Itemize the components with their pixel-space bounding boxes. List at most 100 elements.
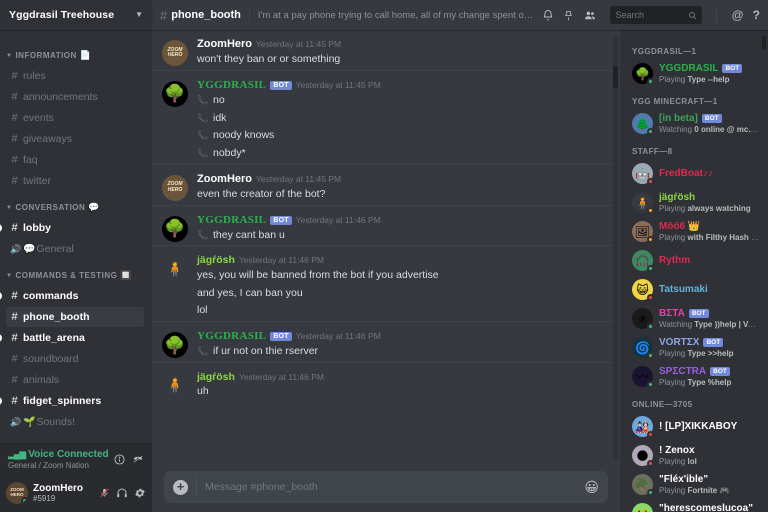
add-attachment-button[interactable]: +: [173, 479, 188, 495]
message-text: if ur not on thie rserver: [213, 345, 319, 357]
avatar[interactable]: ZOOM HERO: [6, 482, 28, 504]
sidebar-item-battle-arena[interactable]: # battle_arena: [0, 328, 144, 348]
sidebar-item-faq[interactable]: # faq: [6, 150, 144, 170]
member-name: VORTΣX: [659, 337, 700, 348]
avatar[interactable]: 🌑: [632, 445, 654, 467]
avatar[interactable]: 🧍: [632, 192, 654, 214]
list-item[interactable]: 🌲[in beta]BOTWatching 0 online @ mc.ygg.…: [620, 109, 768, 138]
list-item[interactable]: 🪖 "Fléx'ible" Playing Fortnite 🎮: [620, 470, 768, 499]
sidebar-item-announcements[interactable]: # announcements: [6, 87, 144, 107]
pin-icon[interactable]: [563, 9, 574, 22]
voice-actions: [114, 454, 144, 465]
message-list[interactable]: ZOOM HERO ZoomHero Yesterday at 11:45 PM won…: [152, 30, 620, 464]
list-item[interactable]: 🎎 ! [LP]XIKKABOY: [620, 412, 768, 441]
member-name: YGGDRASIL: [659, 63, 719, 74]
avatar[interactable]: 🌲: [632, 113, 654, 135]
list-item[interactable]: 🧍 jägŕösh Playing always watching: [620, 188, 768, 217]
sidebar-item-general[interactable]: 🔊 💬 General: [6, 239, 144, 259]
channel-category[interactable]: ▼ CONVERSATION 💬: [0, 192, 152, 217]
message-input[interactable]: + Message #phone_booth 😀: [164, 471, 608, 503]
list-item[interactable]: 🌑! Zenox Playing lol: [620, 441, 768, 470]
list-item[interactable]: 🐸 "herescomeslucoa"Playing Fortnite 🎮: [620, 499, 768, 512]
sidebar-item-sounds-[interactable]: 🔊 🌱 Sounds!: [6, 412, 144, 432]
sidebar-item-twitter[interactable]: # twitter: [6, 171, 144, 191]
main-area: # phone_booth I'm at a pay phone trying …: [152, 0, 768, 512]
sidebar-item-commands[interactable]: # commands: [0, 286, 144, 306]
message-author[interactable]: YGGDRASIL: [197, 331, 266, 342]
avatar[interactable]: 🎧: [632, 250, 654, 272]
headphones-icon[interactable]: [116, 487, 128, 499]
list-item[interactable]: 🖼Möö6 👑Playing with Filthy Hash Bro...: [620, 217, 768, 246]
message-author[interactable]: YGGDRASIL: [197, 214, 266, 226]
sidebar-item-soundboard[interactable]: # soundboard: [6, 349, 144, 369]
members-icon[interactable]: [583, 9, 597, 22]
avatar[interactable]: 🌀: [632, 337, 654, 359]
avatar[interactable]: ZOOM HERO: [162, 40, 188, 66]
list-item[interactable]: 〰 SPΣCTRA BOT Playing Type %help: [620, 362, 768, 391]
sidebar-item-events[interactable]: # events: [6, 108, 144, 128]
message-author[interactable]: ZoomHero: [197, 39, 252, 50]
sidebar-item-lobby[interactable]: # lobby: [0, 218, 144, 238]
server-name: Yggdrasil Treehouse: [9, 9, 115, 21]
avatar[interactable]: 🌳: [162, 80, 188, 107]
gear-icon[interactable]: [134, 487, 146, 499]
search-input[interactable]: Search: [610, 6, 703, 24]
sidebar-item-fidget-spinners[interactable]: # fidget_spinners: [0, 391, 144, 411]
avatar[interactable]: 🧍: [162, 256, 188, 283]
avatar[interactable]: 🌳: [162, 332, 188, 358]
message-author[interactable]: jägŕösh: [197, 372, 235, 383]
channel-category[interactable]: ▼ INFORMATION 📄: [0, 40, 152, 65]
member-scrollbar[interactable]: [762, 36, 766, 50]
hash-icon: #: [11, 311, 18, 323]
bell-icon[interactable]: [542, 9, 554, 22]
message-author[interactable]: YGGDRASIL: [197, 79, 266, 91]
list-item[interactable]: 🌀 VORTΣX BOT Playing Type >>help: [620, 333, 768, 362]
bot-badge: BOT: [270, 80, 292, 90]
emoji-picker-icon[interactable]: 😀: [584, 480, 599, 494]
help-icon[interactable]: ?: [753, 8, 760, 22]
member-info: ! [LP]XIKKABOY: [659, 421, 760, 432]
sidebar-item-rules[interactable]: # rules: [6, 66, 144, 86]
chevron-down-icon[interactable]: ▼: [135, 11, 143, 19]
sidebar-item-animals[interactable]: # animals: [6, 370, 144, 390]
sidebar-item-phone-booth[interactable]: # phone_booth: [6, 307, 144, 327]
sidebar-item-giveaways[interactable]: # giveaways: [6, 129, 144, 149]
avatar[interactable]: ✳: [632, 308, 654, 330]
channel-list[interactable]: ▼ INFORMATION 📄 # rules # announcements # events…: [0, 30, 152, 443]
message-author[interactable]: ZoomHero: [197, 173, 252, 185]
list-item[interactable]: 😺 Tatsumaki: [620, 275, 768, 304]
avatar[interactable]: 🎎: [632, 416, 654, 438]
avatar[interactable]: 🌳: [162, 215, 188, 242]
avatar[interactable]: 🌳: [632, 63, 654, 85]
list-item[interactable]: 🤖 FredBoat♪♪: [620, 159, 768, 188]
avatar[interactable]: 〰: [632, 366, 654, 388]
avatar[interactable]: 🤖: [632, 163, 654, 185]
telephone-icon: 📞: [197, 346, 209, 356]
info-circle-icon[interactable]: [114, 454, 125, 465]
channel-category[interactable]: ▼ COMMANDS & TESTING 🔲: [0, 260, 152, 285]
avatar[interactable]: 😺: [632, 279, 654, 301]
mentions-icon[interactable]: @: [731, 8, 743, 22]
member-group-header: STAFF—8: [632, 147, 673, 156]
list-item[interactable]: 🌳 YGGDRASIL BOT Playing Type --help: [620, 59, 768, 88]
microphone-muted-icon[interactable]: [99, 487, 110, 499]
server-header[interactable]: Yggdrasil Treehouse ▼: [0, 0, 152, 30]
channel-topic[interactable]: I'm at a pay phone trying to call home, …: [258, 10, 537, 21]
avatar[interactable]: 🪖: [632, 474, 654, 496]
hash-icon: #: [11, 112, 18, 124]
message-author[interactable]: jägŕösh: [197, 255, 235, 266]
list-item[interactable]: ✳ BΣTA BOT Watching Type ))help | Vort...: [620, 304, 768, 333]
scrollbar-thumb[interactable]: [613, 66, 618, 88]
avatar[interactable]: 🧍: [162, 372, 188, 399]
avatar[interactable]: 🖼: [632, 221, 654, 243]
disconnect-call-icon[interactable]: [132, 454, 144, 465]
avatar[interactable]: 🐸: [632, 503, 653, 512]
speaker-icon: 🔊: [10, 243, 22, 254]
tree-icon: 🌳: [164, 84, 186, 104]
message-body: YGGDRASIL BOT Yesterday at 11:46 PM 📞 if ur …: [197, 331, 610, 360]
list-item[interactable]: 🎧 Rythm: [620, 246, 768, 275]
member-list[interactable]: YGGDRASIL—1 🌳 YGGDRASIL BOT Playing Type --h…: [620, 30, 768, 512]
chat-scrollbar[interactable]: [613, 36, 618, 460]
avatar[interactable]: ZOOM HERO: [162, 174, 188, 201]
member-info: YGGDRASIL BOT Playing Type --help: [659, 63, 760, 84]
